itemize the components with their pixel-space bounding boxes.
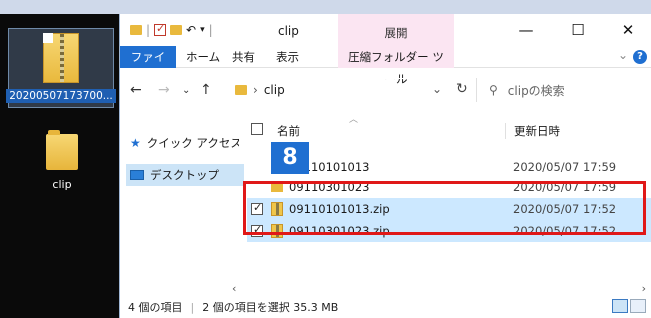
search-icon: ⚲	[489, 83, 498, 97]
search-placeholder: clipの検索	[507, 83, 565, 98]
select-all-checkbox[interactable]	[251, 123, 263, 135]
properties-icon[interactable]	[154, 22, 167, 36]
folder-icon	[130, 25, 142, 35]
back-arrow-icon[interactable]: ←	[130, 82, 142, 98]
search-input[interactable]: ⚲ clipの検索	[476, 78, 651, 102]
tab-compressed-folder-tools[interactable]: 圧縮フォルダー ツール	[338, 46, 454, 86]
address-dropdown-icon[interactable]: ⌄	[432, 82, 442, 96]
address-row: ← → ⌄ ↑ › clip ⌄ ↻ ⚲ clipの検索	[120, 68, 651, 112]
window-title: clip	[278, 24, 299, 38]
nav-item-quick-access[interactable]: ★ クイック アクセス	[126, 132, 244, 154]
scroll-left-icon[interactable]: ‹	[232, 282, 236, 295]
folder-icon	[235, 85, 247, 95]
nav-item-label: デスクトップ	[150, 168, 219, 182]
refresh-icon[interactable]: ↻	[456, 81, 468, 97]
nav-item-desktop[interactable]: デスクトップ	[126, 164, 244, 186]
step-number-badge: 8	[271, 142, 309, 174]
recent-dropdown-icon[interactable]: ⌄	[182, 85, 190, 96]
horizontal-scrollbar[interactable]: ‹ ›	[120, 282, 651, 296]
quick-access-toolbar: | ↶ ▾ |	[130, 22, 213, 37]
help-icon[interactable]: ?	[633, 50, 647, 64]
desktop-clip-folder[interactable]: clip	[34, 130, 90, 191]
title-bar: | ↶ ▾ | clip 展開 — ☐ ✕	[120, 14, 651, 46]
forward-arrow-icon[interactable]: →	[158, 82, 170, 98]
desktop-zip-file[interactable]: 20200507173700...	[6, 28, 116, 108]
navigation-pane: ★ クイック アクセス デスクトップ	[120, 112, 244, 282]
tab-home[interactable]: ホーム	[180, 46, 226, 68]
view-toggle	[612, 299, 646, 313]
nav-item-label: クイック アクセス	[146, 136, 239, 150]
customize-dropdown-icon[interactable]: ▾	[200, 25, 205, 35]
column-headers: ︿ 名前 更新日時	[247, 115, 651, 142]
desktop-top-band	[0, 0, 651, 14]
highlight-box	[243, 181, 646, 235]
explorer-window: | ↶ ▾ | clip 展開 — ☐ ✕ ファイル ホーム 共有 表示 圧縮フ…	[119, 14, 651, 318]
details-view-icon[interactable]	[612, 299, 628, 313]
status-selection: 2 個の項目を選択 35.3 MB	[202, 301, 339, 314]
zip-file-icon	[43, 33, 79, 83]
up-arrow-icon[interactable]: ↑	[200, 82, 212, 98]
desktop-folder-label: clip	[52, 178, 72, 191]
desktop-zip-label: 20200507173700...	[6, 89, 116, 103]
large-icons-view-icon[interactable]	[630, 299, 646, 313]
folder-icon	[46, 130, 78, 170]
tab-view[interactable]: 表示	[270, 46, 305, 68]
tab-file[interactable]: ファイル	[120, 46, 176, 86]
contextual-tab-header[interactable]: 展開	[338, 14, 454, 46]
undo-icon[interactable]: ↶	[186, 23, 196, 37]
new-folder-icon[interactable]	[170, 25, 183, 35]
status-item-count: 4 個の項目	[128, 301, 183, 314]
star-icon: ★	[130, 136, 141, 150]
sort-caret-icon: ︿	[349, 115, 359, 125]
maximize-button[interactable]: ☐	[558, 18, 598, 42]
tab-share[interactable]: 共有	[226, 46, 261, 68]
breadcrumb-chevron-icon[interactable]: ›	[253, 83, 258, 97]
ribbon-expand-icon[interactable]: ⌄	[618, 48, 628, 62]
ribbon-tabs: ファイル ホーム 共有 表示 圧縮フォルダー ツール ⌄ ?	[120, 46, 651, 86]
scroll-right-icon[interactable]: ›	[642, 282, 646, 295]
breadcrumb-current[interactable]: clip	[264, 83, 285, 97]
address-bar[interactable]: › clip	[230, 78, 450, 102]
desktop-icon	[130, 170, 144, 180]
status-bar: 4 個の項目 | 2 個の項目を選択 35.3 MB	[120, 296, 651, 318]
minimize-button[interactable]: —	[506, 18, 546, 42]
close-button[interactable]: ✕	[608, 18, 648, 42]
file-date: 2020/05/07 17:59	[513, 160, 617, 174]
column-header-modified[interactable]: 更新日時	[505, 123, 560, 139]
column-header-name[interactable]: 名前	[277, 123, 300, 139]
